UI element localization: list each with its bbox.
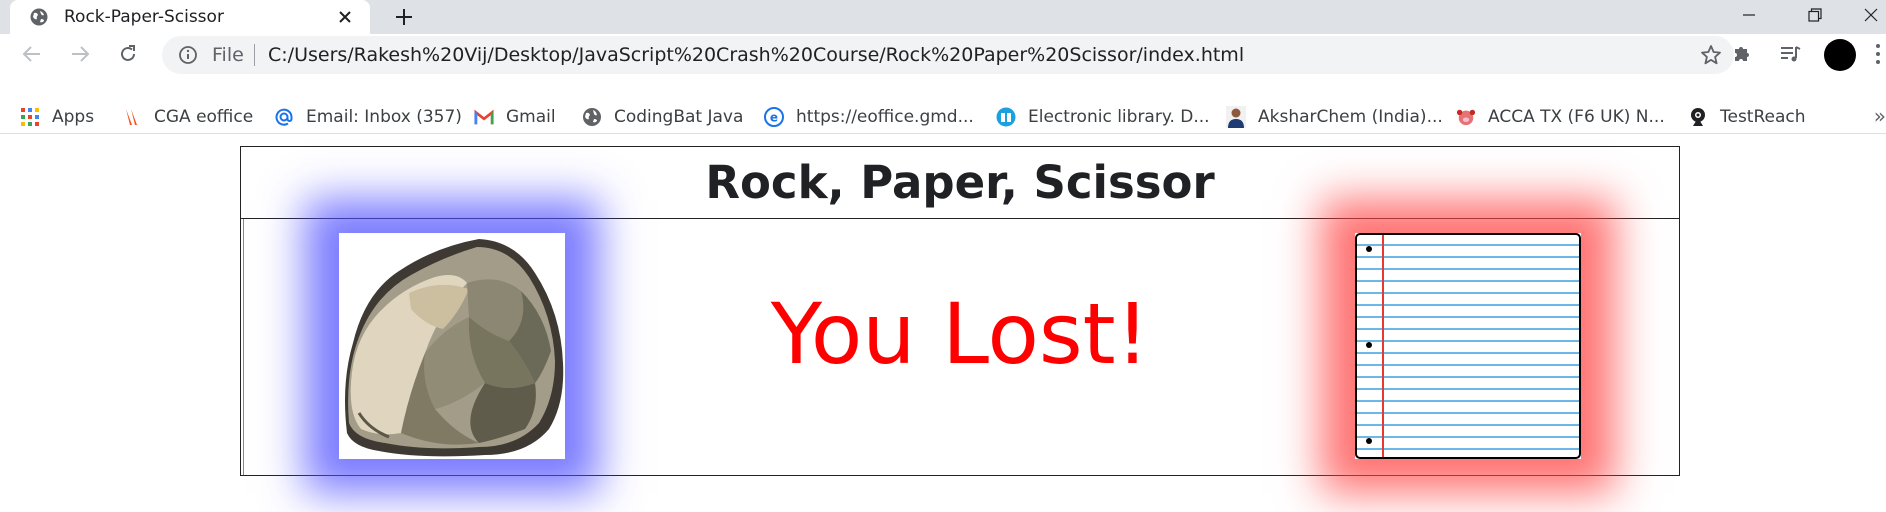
back-button[interactable] bbox=[16, 38, 48, 70]
minimize-button[interactable] bbox=[1726, 0, 1772, 30]
restore-button[interactable] bbox=[1792, 0, 1838, 30]
bookmark-label: CGA eoffice bbox=[154, 107, 254, 127]
back-arrow-icon bbox=[22, 46, 40, 62]
new-tab-button[interactable] bbox=[392, 5, 416, 29]
cga-icon bbox=[122, 107, 142, 127]
close-window-button[interactable] bbox=[1856, 0, 1886, 30]
bookmark-label: TestReach bbox=[1720, 107, 1806, 127]
bookmark-star-icon[interactable] bbox=[1700, 44, 1722, 66]
scheme-label: File bbox=[212, 44, 244, 66]
tab-active[interactable]: Rock-Paper-Scissor bbox=[10, 0, 370, 34]
eoffice-icon: e bbox=[764, 107, 784, 127]
extensions-puzzle-icon[interactable] bbox=[1728, 40, 1756, 68]
book-icon bbox=[996, 107, 1016, 127]
bookmark-apps[interactable]: Apps bbox=[20, 104, 94, 130]
close-tab-icon[interactable] bbox=[334, 6, 356, 28]
reload-icon bbox=[121, 45, 135, 61]
menu-dots-icon[interactable] bbox=[1870, 40, 1886, 68]
bookmarks-overflow-button[interactable]: » bbox=[1874, 104, 1886, 128]
bookmark-label: AksharChem (India)... bbox=[1258, 107, 1443, 127]
forward-button[interactable] bbox=[64, 38, 96, 70]
webcam-icon bbox=[1688, 107, 1708, 127]
computer-choice-paper bbox=[1355, 233, 1581, 459]
bookmark-testreach[interactable]: TestReach bbox=[1688, 104, 1806, 130]
bookmark-email-inbox[interactable]: Email: Inbox (357) bbox=[274, 104, 462, 130]
page-content: Rock, Paper, Scissor You Lost! bbox=[0, 146, 1886, 512]
tab-strip: Rock-Paper-Scissor bbox=[0, 0, 1886, 34]
bookmark-cga-eoffice[interactable]: CGA eoffice bbox=[122, 104, 253, 130]
globe-icon bbox=[582, 107, 602, 127]
svg-text:e: e bbox=[770, 111, 778, 125]
globe-icon bbox=[30, 8, 48, 26]
bookmark-aksharchem[interactable]: AksharChem (India)... bbox=[1226, 104, 1443, 130]
game-area: You Lost! bbox=[240, 218, 1680, 476]
address-separator bbox=[254, 44, 255, 66]
tab-title: Rock-Paper-Scissor bbox=[64, 7, 224, 27]
page-title: Rock, Paper, Scissor bbox=[705, 156, 1215, 209]
bookmark-gmail[interactable]: Gmail bbox=[474, 104, 556, 130]
pig-icon bbox=[1456, 107, 1476, 127]
url-text[interactable]: C:/Users/Rakesh%20Vij/Desktop/JavaScript… bbox=[268, 44, 1244, 66]
bookmark-electronic-library[interactable]: Electronic library. D... bbox=[996, 104, 1210, 130]
paper-icon bbox=[1355, 233, 1581, 459]
bookmark-label: Electronic library. D... bbox=[1028, 107, 1210, 127]
bookmark-label: CodingBat Java bbox=[614, 107, 744, 127]
gmail-icon bbox=[474, 107, 494, 127]
game-header: Rock, Paper, Scissor bbox=[240, 146, 1680, 218]
bookmark-codingbat[interactable]: CodingBat Java bbox=[582, 104, 743, 130]
bookmark-label: Email: Inbox (357) bbox=[306, 107, 462, 127]
bookmark-label: Gmail bbox=[506, 107, 556, 127]
profile-avatar[interactable] bbox=[1824, 39, 1856, 71]
bookmark-eoffice-gmd[interactable]: e https://eoffice.gmd... bbox=[764, 104, 974, 130]
bookmark-label: Apps bbox=[52, 107, 95, 127]
info-icon[interactable] bbox=[178, 45, 198, 65]
bookmark-label: https://eoffice.gmd... bbox=[796, 107, 974, 127]
bookmark-label: ACCA TX (F6 UK) N... bbox=[1488, 107, 1665, 127]
person-icon bbox=[1226, 106, 1246, 128]
at-sign-icon bbox=[274, 107, 294, 127]
forward-arrow-icon bbox=[72, 46, 90, 62]
address-bar[interactable]: File C:/Users/Rakesh%20Vij/Desktop/JavaS… bbox=[162, 36, 1734, 74]
reload-button[interactable] bbox=[112, 38, 144, 70]
media-queue-icon[interactable] bbox=[1776, 40, 1804, 68]
apps-grid-icon bbox=[20, 107, 40, 127]
bookmarks-bar: Apps CGA eoffice Email: Inbox (357) Gmai… bbox=[0, 100, 1886, 134]
bookmark-acca[interactable]: ACCA TX (F6 UK) N... bbox=[1456, 104, 1665, 130]
browser-toolbar: File C:/Users/Rakesh%20Vij/Desktop/JavaS… bbox=[0, 34, 1886, 74]
